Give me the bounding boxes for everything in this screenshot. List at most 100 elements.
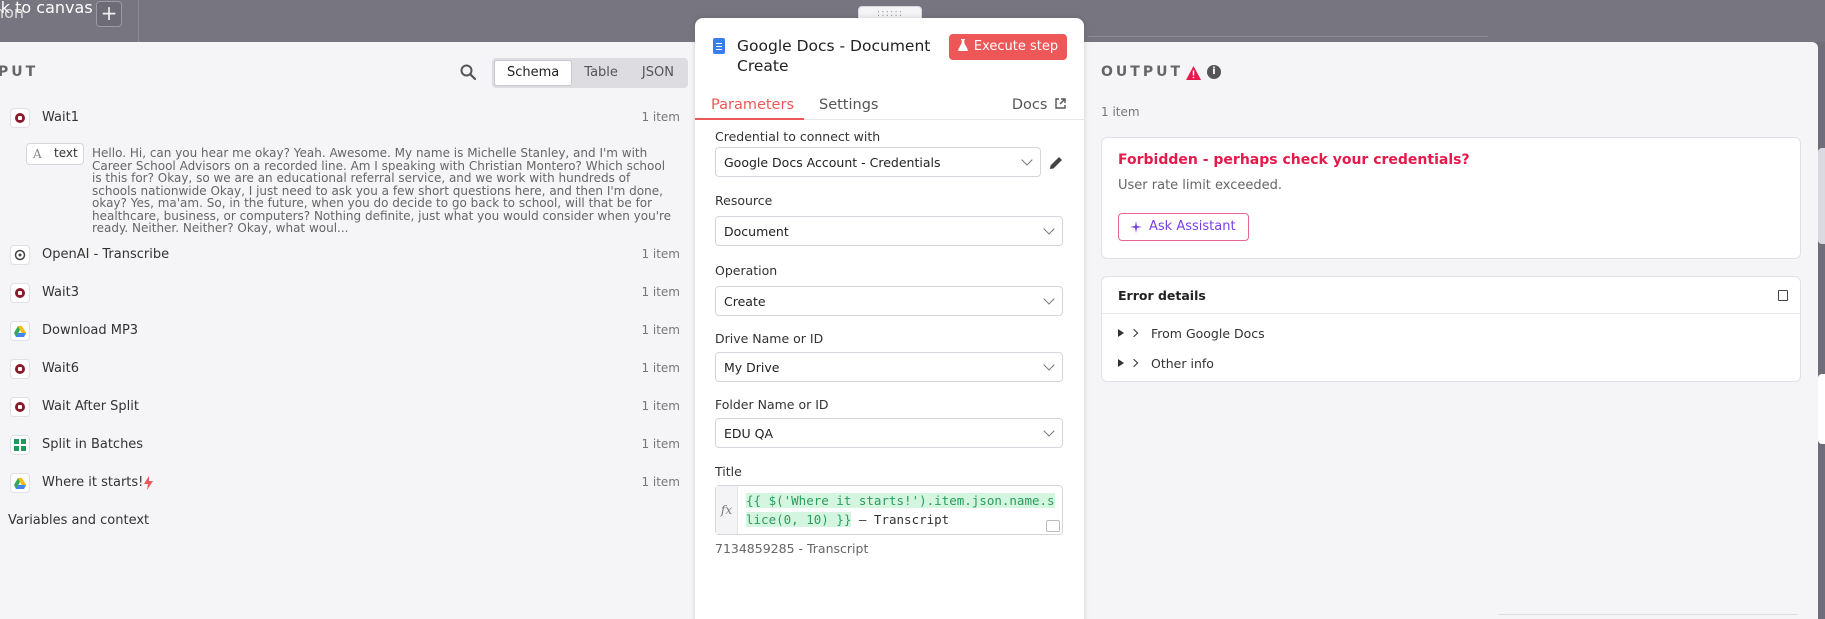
panel-edge <box>1498 614 1798 619</box>
node-item-count: 1 item <box>641 110 680 124</box>
operation-select[interactable]: Create <box>715 286 1063 316</box>
google-docs-icon <box>713 38 725 54</box>
wait-icon <box>10 397 30 417</box>
title-expression-input[interactable]: fx {{ $('Where it starts!').item.json.na… <box>715 485 1063 535</box>
trigger-bolt-icon <box>144 476 153 490</box>
wait-icon <box>10 108 30 128</box>
node-item-count: 1 item <box>641 285 680 299</box>
field-value: Hello. Hi, can you hear me okay? Yeah. A… <box>92 146 672 235</box>
folder-select[interactable]: EDU QA <box>715 418 1063 448</box>
schema-node-wait3[interactable]: Wait3 1 item <box>10 282 680 304</box>
node-tabs: Parameters Settings Docs <box>695 90 1084 120</box>
flask-icon <box>957 39 968 51</box>
schema-node-wait-after-split[interactable]: Wait After Split 1 item <box>10 396 680 418</box>
chevron-right-icon <box>1129 358 1139 368</box>
openai-icon <box>10 245 30 265</box>
credential-value: Google Docs Account - Credentials <box>724 155 941 170</box>
drive-select[interactable]: My Drive <box>715 352 1063 382</box>
tab-parameters[interactable]: Parameters <box>711 97 794 113</box>
schema-node-wait6[interactable]: Wait6 1 item <box>10 358 680 380</box>
ask-assistant-button[interactable]: Ask Assistant <box>1118 213 1249 241</box>
view-table-option[interactable]: Table <box>572 60 630 86</box>
expand-icon[interactable] <box>1046 520 1060 532</box>
chevron-down-icon <box>1043 425 1055 437</box>
copy-icon[interactable] <box>1778 290 1788 301</box>
node-name: Split in Batches <box>42 437 144 452</box>
node-item-count: 1 item <box>641 361 680 375</box>
view-mode-toggle: Schema Table JSON <box>492 58 688 88</box>
folder-value: EDU QA <box>724 426 774 441</box>
node-name: Wait1 <box>42 110 79 125</box>
detail-row-label: Other info <box>1151 356 1214 371</box>
drive-value: My Drive <box>724 360 780 375</box>
drive-label: Drive Name or ID <box>715 331 824 346</box>
string-type-icon: A <box>33 147 42 161</box>
error-details-header: Error details <box>1102 277 1800 314</box>
resource-label: Resource <box>715 193 773 208</box>
back-to-canvas-link[interactable]: ck to canvas <box>0 0 93 17</box>
operation-label: Operation <box>715 263 778 278</box>
input-section-title: PUT <box>0 64 39 80</box>
title-label: Title <box>715 464 742 479</box>
error-details-card: Error details From Google Docs Other inf… <box>1101 276 1801 382</box>
docs-link[interactable]: Docs <box>1012 97 1066 113</box>
node-name: OpenAI - Transcribe <box>42 247 170 262</box>
schema-node-where-it-starts[interactable]: Where it starts! 1 item <box>10 472 680 494</box>
output-item-count: 1 item <box>1101 105 1140 119</box>
credential-select[interactable]: Google Docs Account - Credentials <box>715 147 1041 177</box>
external-link-icon <box>1055 98 1066 109</box>
expression-text: {{ $('Where it starts!').item.json.name.… <box>746 491 1058 529</box>
resource-select[interactable]: Document <box>715 216 1063 246</box>
info-icon[interactable]: i <box>1207 65 1221 79</box>
variables-and-context[interactable]: Variables and context <box>8 513 149 528</box>
ask-assistant-label: Ask Assistant <box>1149 219 1236 234</box>
detail-row-label: From Google Docs <box>1151 326 1265 341</box>
error-card: Forbidden - perhaps check your credentia… <box>1101 137 1801 259</box>
credential-label: Credential to connect with <box>715 129 881 144</box>
tab-settings[interactable]: Settings <box>819 97 878 113</box>
field-badge[interactable]: A text <box>26 143 84 165</box>
google-drive-icon <box>10 321 30 341</box>
google-drive-icon <box>10 473 30 493</box>
schema-node-split-in-batches[interactable]: Split in Batches 1 item <box>10 434 680 456</box>
view-json-option[interactable]: JSON <box>630 60 686 86</box>
execute-step-label: Execute step <box>973 39 1059 54</box>
wait-icon <box>10 283 30 303</box>
split-batches-icon <box>10 435 30 455</box>
expand-triangle-icon <box>1118 359 1124 367</box>
side-tab[interactable] <box>1818 374 1825 444</box>
side-tab <box>1818 148 1825 244</box>
node-name: Where it starts! <box>42 475 144 490</box>
topbar-divider <box>138 0 139 42</box>
node-item-count: 1 item <box>641 323 680 337</box>
chevron-right-icon <box>1129 328 1139 338</box>
view-schema-option[interactable]: Schema <box>494 60 573 86</box>
operation-value: Create <box>724 294 766 309</box>
schema-node-wait1[interactable]: Wait1 1 item <box>10 107 680 129</box>
node-item-count: 1 item <box>641 475 680 489</box>
pencil-icon[interactable] <box>1047 154 1065 172</box>
docs-link-label: Docs <box>1011 97 1048 113</box>
schema-node-download-mp3[interactable]: Download MP3 1 item <box>10 320 680 342</box>
chevron-down-icon <box>1043 359 1055 371</box>
node-name: Wait6 <box>42 361 79 376</box>
expression-result: 7134859285 - Transcript <box>715 541 869 556</box>
wait-icon <box>10 359 30 379</box>
output-section-title: OUTPUT <box>1101 64 1183 80</box>
active-tab-indicator <box>695 118 804 120</box>
add-node-button[interactable]: + <box>96 1 122 27</box>
resource-value: Document <box>724 224 789 239</box>
search-icon[interactable] <box>460 64 476 80</box>
error-details-title: Error details <box>1118 288 1206 303</box>
fx-icon: fx <box>716 486 738 534</box>
warning-icon <box>1186 66 1201 80</box>
node-item-count: 1 item <box>641 247 680 261</box>
execute-step-button[interactable]: Execute step <box>949 34 1067 60</box>
node-parameters-modal: Google Docs - Document Create Execute st… <box>695 18 1084 619</box>
expression-suffix: – Transcript <box>851 512 950 527</box>
error-message: User rate limit exceeded. <box>1118 178 1283 193</box>
chevron-down-icon <box>1043 293 1055 305</box>
error-title: Forbidden - perhaps check your credentia… <box>1118 152 1470 168</box>
node-title[interactable]: Google Docs - Document Create <box>737 36 937 76</box>
schema-node-openai-transcribe[interactable]: OpenAI - Transcribe 1 item <box>10 244 680 266</box>
